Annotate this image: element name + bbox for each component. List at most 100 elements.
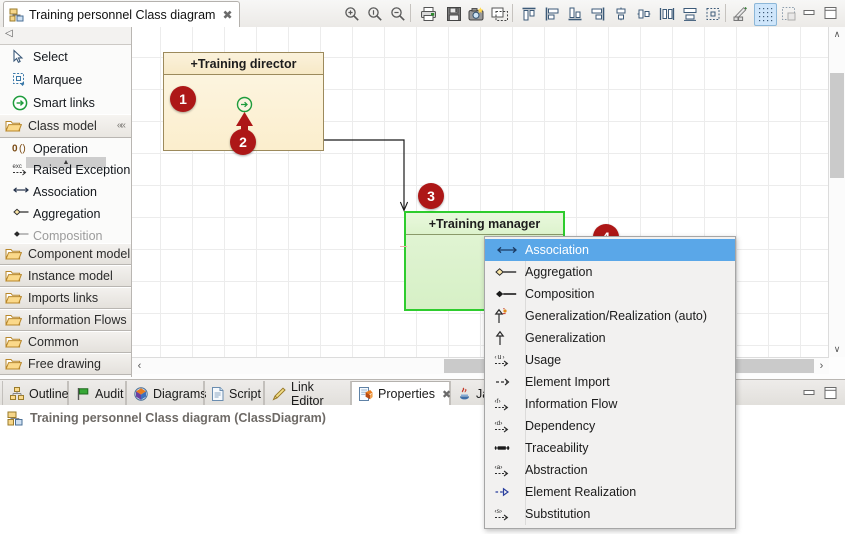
align-left-button[interactable] xyxy=(541,3,562,24)
menu-item-abstraction[interactable]: ‹a› Abstraction xyxy=(485,459,735,481)
menu-item-generalization[interactable]: Generalization xyxy=(485,327,735,349)
menu-item-label: Dependency xyxy=(525,419,596,433)
element-realization-icon xyxy=(485,481,525,503)
menu-item-association[interactable]: Association xyxy=(485,239,735,261)
aggregation-icon xyxy=(12,206,33,222)
scroll-up-arrow[interactable]: ∧ xyxy=(829,27,845,42)
chevron-left-icon[interactable]: ◁ xyxy=(5,28,13,39)
minimize-icon[interactable] xyxy=(802,6,817,20)
align-right-button[interactable] xyxy=(587,3,608,24)
menu-item-aggregation[interactable]: Aggregation xyxy=(485,261,735,283)
status-text: Training personnel Class diagram (ClassD… xyxy=(30,411,326,425)
tab-script[interactable]: Script xyxy=(204,381,264,406)
usage-icon: u ‹ › xyxy=(485,349,525,371)
zoom-in-button[interactable] xyxy=(341,3,362,24)
tab-outline[interactable]: Outline xyxy=(2,381,69,406)
annotation-badge-1: 1 xyxy=(170,86,196,112)
snap-to-grid-button[interactable] xyxy=(778,3,799,24)
palette-pin-icon[interactable]: «« xyxy=(117,120,126,131)
substitution-icon: ‹s› xyxy=(485,503,525,525)
audit-flag-icon xyxy=(76,387,90,401)
menu-item-label: Generalization xyxy=(525,331,606,345)
annotation-badge-2: 2 xyxy=(230,129,256,155)
menu-item-label: Element Import xyxy=(525,375,610,389)
menu-item-traceability[interactable]: Traceability xyxy=(485,437,735,459)
palette-tool-smart-links[interactable]: Smart links xyxy=(0,91,131,114)
close-icon[interactable]: ✖ xyxy=(222,9,232,21)
canvas-vertical-scrollbar[interactable]: ∧ ∨ xyxy=(828,27,845,357)
traceability-icon xyxy=(485,437,525,459)
link-type-context-menu[interactable]: Association Aggregation Composition Gene… xyxy=(484,236,736,529)
menu-item-label: Substitution xyxy=(525,507,591,521)
svg-text:(): () xyxy=(19,143,26,154)
palette-drawer-imports-links[interactable]: Imports links xyxy=(0,287,131,309)
menu-item-element-realization[interactable]: Element Realization xyxy=(485,481,735,503)
generalization-realization-auto-icon xyxy=(485,305,525,327)
align-middle-vertical-button[interactable] xyxy=(633,3,654,24)
information-flow-icon: ‹f› xyxy=(485,393,525,415)
vertical-scrollbar-thumb[interactable] xyxy=(830,73,844,178)
palette: ◁ Select Marquee Smart links Class model… xyxy=(0,27,132,377)
svg-text:‹: ‹ xyxy=(495,355,497,361)
folder-open-icon xyxy=(5,247,24,261)
toolbar-separator-1 xyxy=(410,4,411,22)
save-button[interactable] xyxy=(443,3,464,24)
palette-drawer-class-model[interactable]: Class model «« xyxy=(0,114,131,138)
palette-item-association[interactable]: Association xyxy=(0,181,131,203)
palette-item-aggregation[interactable]: Aggregation xyxy=(0,203,131,225)
palette-drawer-information-flows[interactable]: Information Flows xyxy=(0,309,131,331)
menu-item-information-flow[interactable]: ‹f› Information Flow xyxy=(485,393,735,415)
palette-tool-marquee[interactable]: Marquee xyxy=(0,68,131,91)
toggle-grid-button[interactable] xyxy=(754,3,777,26)
palette-drawer-free-drawing[interactable]: Free drawing xyxy=(0,353,131,375)
tab-label: Diagrams xyxy=(153,386,207,401)
palette-drawer-instance-model[interactable]: Instance model xyxy=(0,265,131,287)
menu-item-usage[interactable]: u ‹ › Usage xyxy=(485,349,735,371)
tab-audit[interactable]: Audit xyxy=(68,381,126,406)
distribute-horizontal-button[interactable] xyxy=(656,3,677,24)
menu-item-composition[interactable]: Composition xyxy=(485,283,735,305)
align-center-horizontal-button[interactable] xyxy=(610,3,631,24)
marquee-icon xyxy=(12,72,33,88)
dependency-icon: ‹d› xyxy=(485,415,525,437)
menu-item-generalization-realization-auto[interactable]: Generalization/Realization (auto) xyxy=(485,305,735,327)
folder-open-icon xyxy=(5,119,24,133)
maximize-icon[interactable] xyxy=(823,6,838,20)
maximize-icon[interactable] xyxy=(823,386,838,400)
palette-item-operation[interactable]: 0() Operation xyxy=(0,138,131,159)
scroll-left-arrow[interactable]: ‹ xyxy=(132,358,147,374)
palette-tool-select[interactable]: Select xyxy=(0,45,131,68)
scroll-down-arrow[interactable]: ∨ xyxy=(829,342,845,357)
align-top-button[interactable] xyxy=(518,3,539,24)
palette-item-raised-exception[interactable]: exc Raised Exception xyxy=(0,159,131,181)
palette-collapse-bar[interactable]: ◁ xyxy=(0,27,131,45)
print-button[interactable] xyxy=(418,3,439,24)
menu-item-dependency[interactable]: ‹d› Dependency xyxy=(485,415,735,437)
svg-text:‹s›: ‹s› xyxy=(495,508,503,515)
palette-drawer-label: Component model xyxy=(28,247,131,261)
zoom-actual-button[interactable] xyxy=(364,3,385,24)
editor-tab[interactable]: Training personnel Class diagram ✖ xyxy=(3,1,240,27)
palette-drawer-common[interactable]: Common xyxy=(0,331,131,353)
pencil-button[interactable] xyxy=(731,3,752,24)
generalization-icon xyxy=(485,327,525,349)
minimize-icon[interactable] xyxy=(802,386,817,400)
snapshot-button[interactable] xyxy=(466,3,487,24)
palette-drawer-component-model[interactable]: Component model xyxy=(0,243,131,265)
tab-diagrams[interactable]: Diagrams xyxy=(126,381,207,406)
aggregation-icon xyxy=(485,261,525,283)
folder-open-icon xyxy=(5,313,24,327)
fit-to-content-button[interactable] xyxy=(702,3,723,24)
distribute-vertical-button[interactable] xyxy=(679,3,700,24)
align-bottom-button[interactable] xyxy=(564,3,585,24)
zoom-out-button[interactable] xyxy=(387,3,408,24)
menu-item-substitution[interactable]: ‹s› Substitution xyxy=(485,503,735,525)
folder-open-icon xyxy=(5,357,24,371)
tab-link-editor[interactable]: Link Editor xyxy=(264,380,351,408)
scroll-right-arrow[interactable]: › xyxy=(814,358,829,374)
menu-item-element-import[interactable]: Element Import xyxy=(485,371,735,393)
select-area-button[interactable] xyxy=(489,3,510,24)
tab-properties[interactable]: Properties ✖ xyxy=(351,381,451,406)
selection-handle[interactable] xyxy=(400,246,407,247)
badge-number: 1 xyxy=(179,91,187,107)
